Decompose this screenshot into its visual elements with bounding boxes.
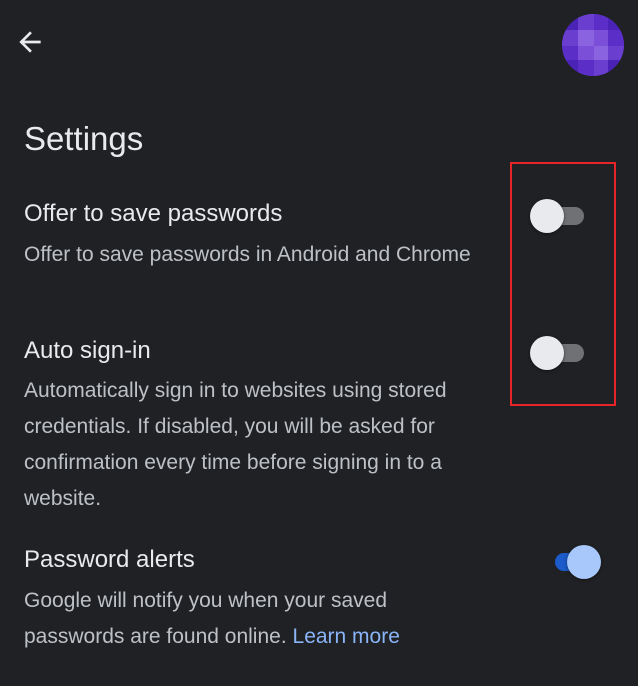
password-alerts-toggle[interactable] <box>543 542 603 582</box>
setting-desc-offer-save: Offer to save passwords in Android and C… <box>24 243 471 266</box>
toggle-thumb <box>530 336 564 370</box>
offer-save-passwords-toggle[interactable] <box>530 196 590 236</box>
toggle-thumb <box>530 199 564 233</box>
toggle-thumb <box>567 545 601 579</box>
setting-title-offer-save: Offer to save passwords <box>24 200 283 227</box>
arrow-left-icon <box>19 31 41 53</box>
setting-desc-password-alerts: Google will notify you when your saved p… <box>24 583 484 655</box>
avatar[interactable] <box>562 14 624 76</box>
setting-desc-auto-signin: Automatically sign in to websites using … <box>24 379 447 510</box>
setting-title-auto-signin: Auto sign-in <box>24 337 151 364</box>
avatar-image <box>562 14 624 76</box>
auto-signin-toggle[interactable] <box>530 333 590 373</box>
back-button[interactable] <box>10 22 50 62</box>
page-title: Settings <box>24 120 144 157</box>
learn-more-link[interactable]: Learn more <box>293 625 400 648</box>
setting-title-password-alerts: Password alerts <box>24 546 195 573</box>
